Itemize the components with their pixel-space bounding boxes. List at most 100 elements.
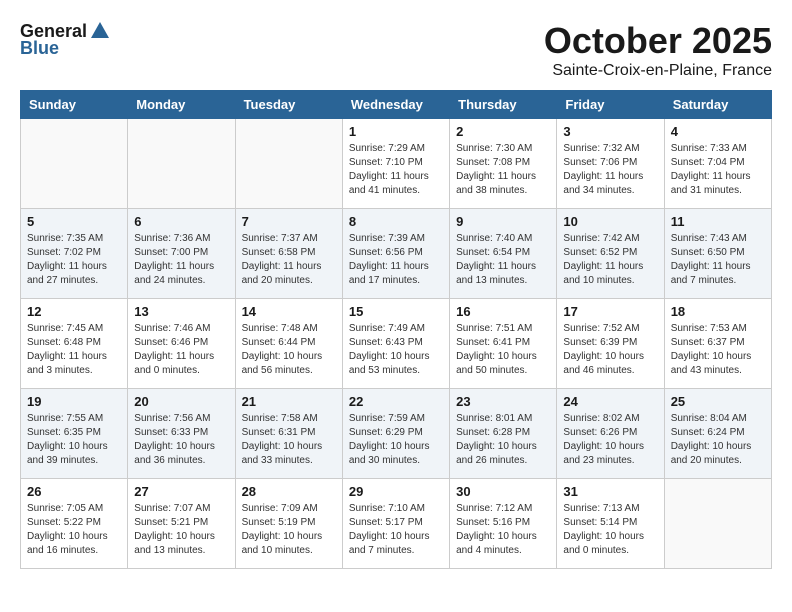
days-of-week-row: Sunday Monday Tuesday Wednesday Thursday…	[21, 91, 772, 119]
day-number: 30	[456, 484, 550, 499]
day-number: 1	[349, 124, 443, 139]
table-cell: 28 Sunrise: 7:09 AMSunset: 5:19 PMDayligh…	[235, 479, 342, 569]
day-number: 27	[134, 484, 228, 499]
day-info: Sunrise: 7:13 AMSunset: 5:14 PMDaylight:…	[563, 502, 657, 558]
table-cell: 21 Sunrise: 7:58 AMSunset: 6:31 PMDayligh…	[235, 389, 342, 479]
day-number: 12	[27, 304, 121, 319]
day-info: Sunrise: 7:35 AMSunset: 7:02 PMDaylight:…	[27, 232, 121, 288]
day-info: Sunrise: 8:02 AMSunset: 6:26 PMDaylight:…	[563, 412, 657, 468]
table-cell: 11 Sunrise: 7:43 AMSunset: 6:50 PMDayligh…	[664, 209, 771, 299]
day-info: Sunrise: 7:46 AMSunset: 6:46 PMDaylight:…	[134, 322, 228, 378]
day-info: Sunrise: 7:36 AMSunset: 7:00 PMDaylight:…	[134, 232, 228, 288]
day-info: Sunrise: 7:33 AMSunset: 7:04 PMDaylight:…	[671, 142, 765, 198]
table-cell: 31 Sunrise: 7:13 AMSunset: 5:14 PMDayligh…	[557, 479, 664, 569]
table-cell: 24 Sunrise: 8:02 AMSunset: 6:26 PMDayligh…	[557, 389, 664, 479]
day-number: 28	[242, 484, 336, 499]
day-info: Sunrise: 7:12 AMSunset: 5:16 PMDaylight:…	[456, 502, 550, 558]
day-number: 2	[456, 124, 550, 139]
table-cell	[21, 119, 128, 209]
week-row-3: 12 Sunrise: 7:45 AMSunset: 6:48 PMDayligh…	[21, 299, 772, 389]
day-info: Sunrise: 7:51 AMSunset: 6:41 PMDaylight:…	[456, 322, 550, 378]
col-monday: Monday	[128, 91, 235, 119]
day-info: Sunrise: 8:04 AMSunset: 6:24 PMDaylight:…	[671, 412, 765, 468]
day-number: 21	[242, 394, 336, 409]
header: General Blue October 2025 Sainte-Croix-e…	[20, 20, 772, 80]
week-row-2: 5Sunrise: 7:35 AMSunset: 7:02 PMDaylight…	[21, 209, 772, 299]
title-area: October 2025 Sainte-Croix-en-Plaine, Fra…	[544, 20, 772, 80]
day-info: Sunrise: 7:42 AMSunset: 6:52 PMDaylight:…	[563, 232, 657, 288]
table-cell: 22 Sunrise: 7:59 AMSunset: 6:29 PMDayligh…	[342, 389, 449, 479]
col-wednesday: Wednesday	[342, 91, 449, 119]
table-cell: 2Sunrise: 7:30 AMSunset: 7:08 PMDaylight…	[450, 119, 557, 209]
day-number: 15	[349, 304, 443, 319]
week-row-1: 1Sunrise: 7:29 AMSunset: 7:10 PMDaylight…	[21, 119, 772, 209]
location: Sainte-Croix-en-Plaine, France	[544, 62, 772, 80]
day-info: Sunrise: 7:05 AMSunset: 5:22 PMDaylight:…	[27, 502, 121, 558]
day-number: 10	[563, 214, 657, 229]
day-info: Sunrise: 7:59 AMSunset: 6:29 PMDaylight:…	[349, 412, 443, 468]
day-number: 14	[242, 304, 336, 319]
table-cell: 6Sunrise: 7:36 AMSunset: 7:00 PMDaylight…	[128, 209, 235, 299]
table-cell: 27Sunrise: 7:07 AMSunset: 5:21 PMDayligh…	[128, 479, 235, 569]
logo: General Blue	[20, 20, 111, 59]
day-info: Sunrise: 8:01 AMSunset: 6:28 PMDaylight:…	[456, 412, 550, 468]
day-info: Sunrise: 7:45 AMSunset: 6:48 PMDaylight:…	[27, 322, 121, 378]
day-number: 11	[671, 214, 765, 229]
day-number: 25	[671, 394, 765, 409]
day-number: 17	[563, 304, 657, 319]
day-info: Sunrise: 7:39 AMSunset: 6:56 PMDaylight:…	[349, 232, 443, 288]
day-number: 13	[134, 304, 228, 319]
day-info: Sunrise: 7:49 AMSunset: 6:43 PMDaylight:…	[349, 322, 443, 378]
table-cell: 17 Sunrise: 7:52 AMSunset: 6:39 PMDayligh…	[557, 299, 664, 389]
day-number: 29	[349, 484, 443, 499]
table-cell: 10 Sunrise: 7:42 AMSunset: 6:52 PMDayligh…	[557, 209, 664, 299]
table-cell: 20Sunrise: 7:56 AMSunset: 6:33 PMDayligh…	[128, 389, 235, 479]
day-number: 31	[563, 484, 657, 499]
table-cell: 30 Sunrise: 7:12 AMSunset: 5:16 PMDayligh…	[450, 479, 557, 569]
day-number: 22	[349, 394, 443, 409]
table-cell: 19 Sunrise: 7:55 AMSunset: 6:35 PMDayligh…	[21, 389, 128, 479]
day-number: 19	[27, 394, 121, 409]
day-info: Sunrise: 7:43 AMSunset: 6:50 PMDaylight:…	[671, 232, 765, 288]
table-cell: 4Sunrise: 7:33 AMSunset: 7:04 PMDaylight…	[664, 119, 771, 209]
day-info: Sunrise: 7:09 AMSunset: 5:19 PMDaylight:…	[242, 502, 336, 558]
day-number: 16	[456, 304, 550, 319]
table-cell: 1Sunrise: 7:29 AMSunset: 7:10 PMDaylight…	[342, 119, 449, 209]
col-thursday: Thursday	[450, 91, 557, 119]
calendar-table: Sunday Monday Tuesday Wednesday Thursday…	[20, 90, 772, 569]
week-row-4: 19 Sunrise: 7:55 AMSunset: 6:35 PMDayligh…	[21, 389, 772, 479]
table-cell	[235, 119, 342, 209]
table-cell: 5Sunrise: 7:35 AMSunset: 7:02 PMDaylight…	[21, 209, 128, 299]
table-cell: 26 Sunrise: 7:05 AMSunset: 5:22 PMDayligh…	[21, 479, 128, 569]
day-info: Sunrise: 7:55 AMSunset: 6:35 PMDaylight:…	[27, 412, 121, 468]
table-cell: 18 Sunrise: 7:53 AMSunset: 6:37 PMDayligh…	[664, 299, 771, 389]
week-row-5: 26 Sunrise: 7:05 AMSunset: 5:22 PMDayligh…	[21, 479, 772, 569]
col-saturday: Saturday	[664, 91, 771, 119]
day-info: Sunrise: 7:48 AMSunset: 6:44 PMDaylight:…	[242, 322, 336, 378]
day-number: 9	[456, 214, 550, 229]
table-cell: 14 Sunrise: 7:48 AMSunset: 6:44 PMDayligh…	[235, 299, 342, 389]
day-info: Sunrise: 7:58 AMSunset: 6:31 PMDaylight:…	[242, 412, 336, 468]
table-cell: 29 Sunrise: 7:10 AMSunset: 5:17 PMDayligh…	[342, 479, 449, 569]
table-cell: 9 Sunrise: 7:40 AMSunset: 6:54 PMDaylight…	[450, 209, 557, 299]
table-cell: 7Sunrise: 7:37 AMSunset: 6:58 PMDaylight…	[235, 209, 342, 299]
col-friday: Friday	[557, 91, 664, 119]
day-number: 20	[134, 394, 228, 409]
day-number: 3	[563, 124, 657, 139]
day-info: Sunrise: 7:53 AMSunset: 6:37 PMDaylight:…	[671, 322, 765, 378]
table-cell: 13 Sunrise: 7:46 AMSunset: 6:46 PMDayligh…	[128, 299, 235, 389]
day-number: 7	[242, 214, 336, 229]
day-info: Sunrise: 7:10 AMSunset: 5:17 PMDaylight:…	[349, 502, 443, 558]
logo-icon	[89, 20, 111, 42]
day-number: 26	[27, 484, 121, 499]
day-info: Sunrise: 7:40 AMSunset: 6:54 PMDaylight:…	[456, 232, 550, 288]
day-number: 18	[671, 304, 765, 319]
col-sunday: Sunday	[21, 91, 128, 119]
day-number: 23	[456, 394, 550, 409]
day-info: Sunrise: 7:52 AMSunset: 6:39 PMDaylight:…	[563, 322, 657, 378]
day-info: Sunrise: 7:32 AMSunset: 7:06 PMDaylight:…	[563, 142, 657, 198]
table-cell: 12 Sunrise: 7:45 AMSunset: 6:48 PMDayligh…	[21, 299, 128, 389]
day-number: 24	[563, 394, 657, 409]
table-cell: 15 Sunrise: 7:49 AMSunset: 6:43 PMDayligh…	[342, 299, 449, 389]
month-title: October 2025	[544, 20, 772, 62]
